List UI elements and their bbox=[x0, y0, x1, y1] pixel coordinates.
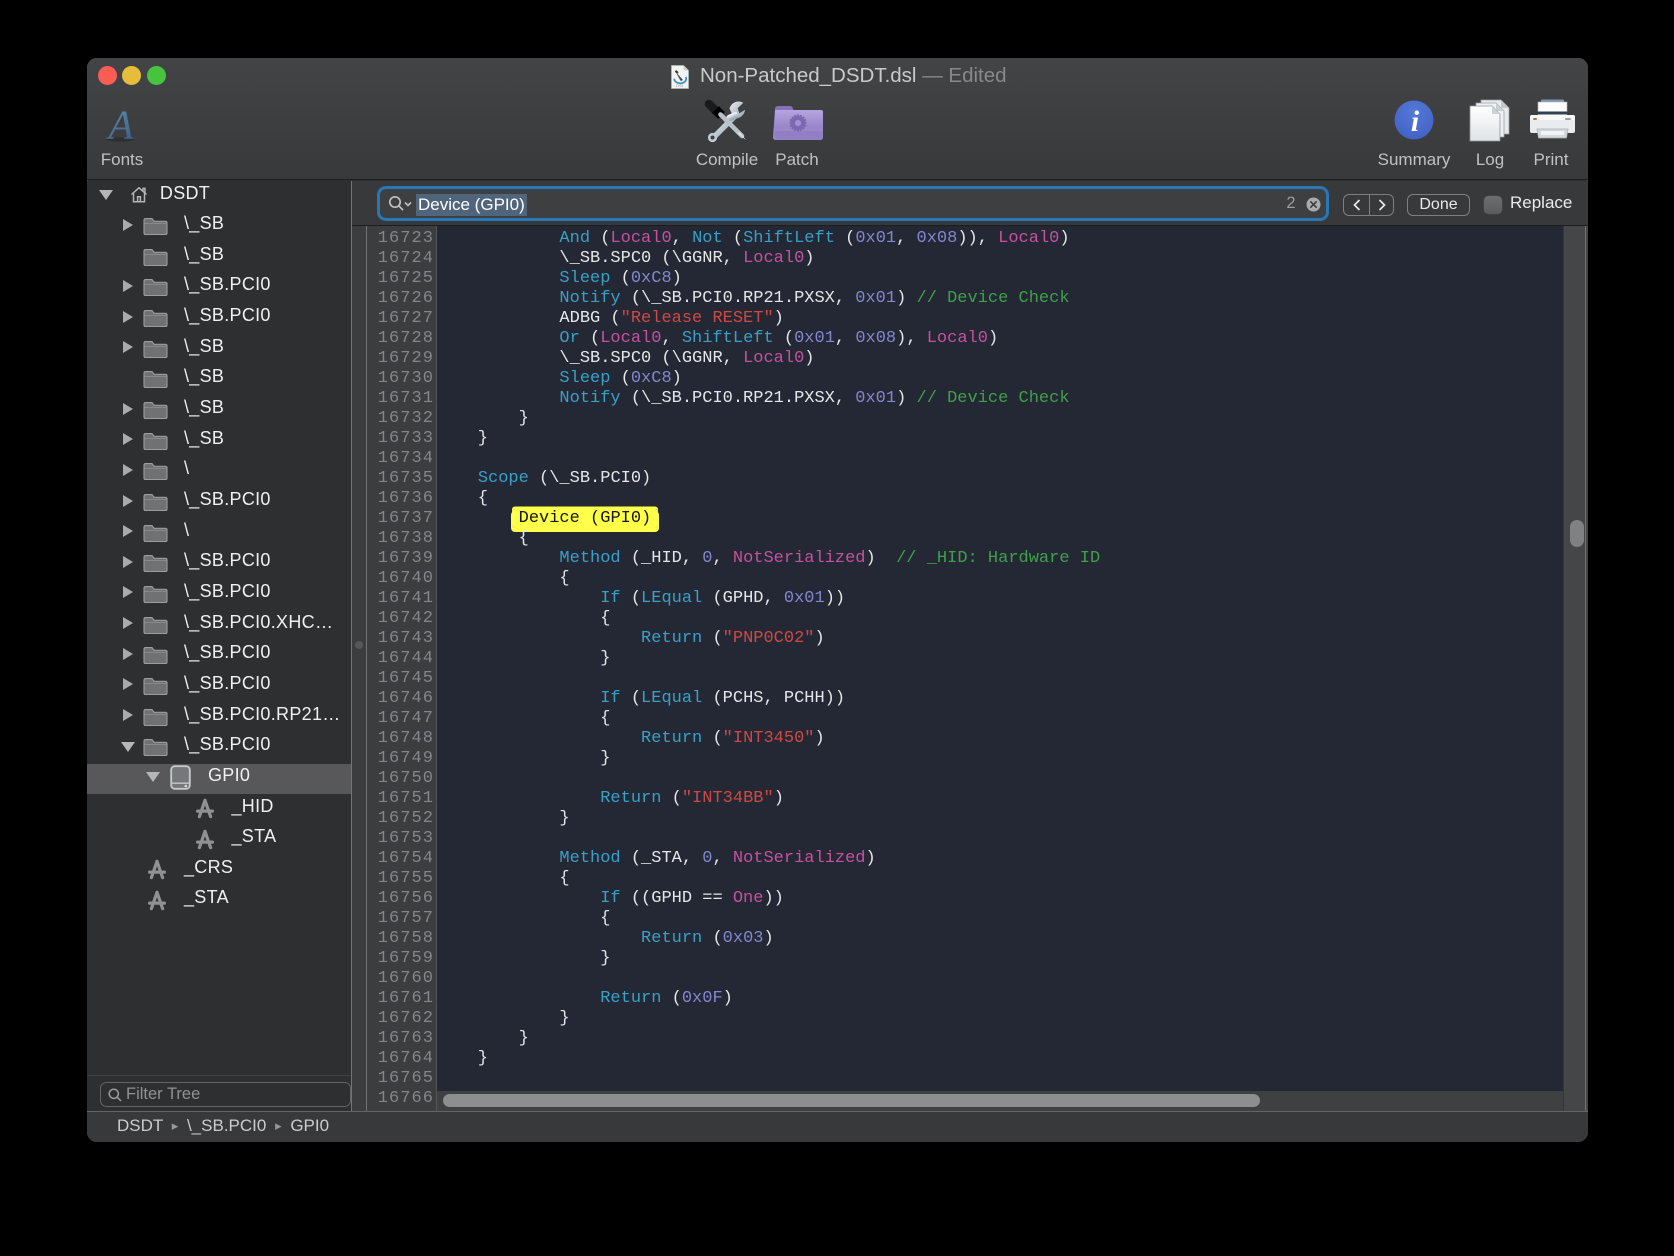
svg-text:A: A bbox=[105, 102, 134, 146]
svg-text:DSL: DSL bbox=[676, 82, 685, 87]
svg-text:i: i bbox=[1411, 105, 1420, 138]
